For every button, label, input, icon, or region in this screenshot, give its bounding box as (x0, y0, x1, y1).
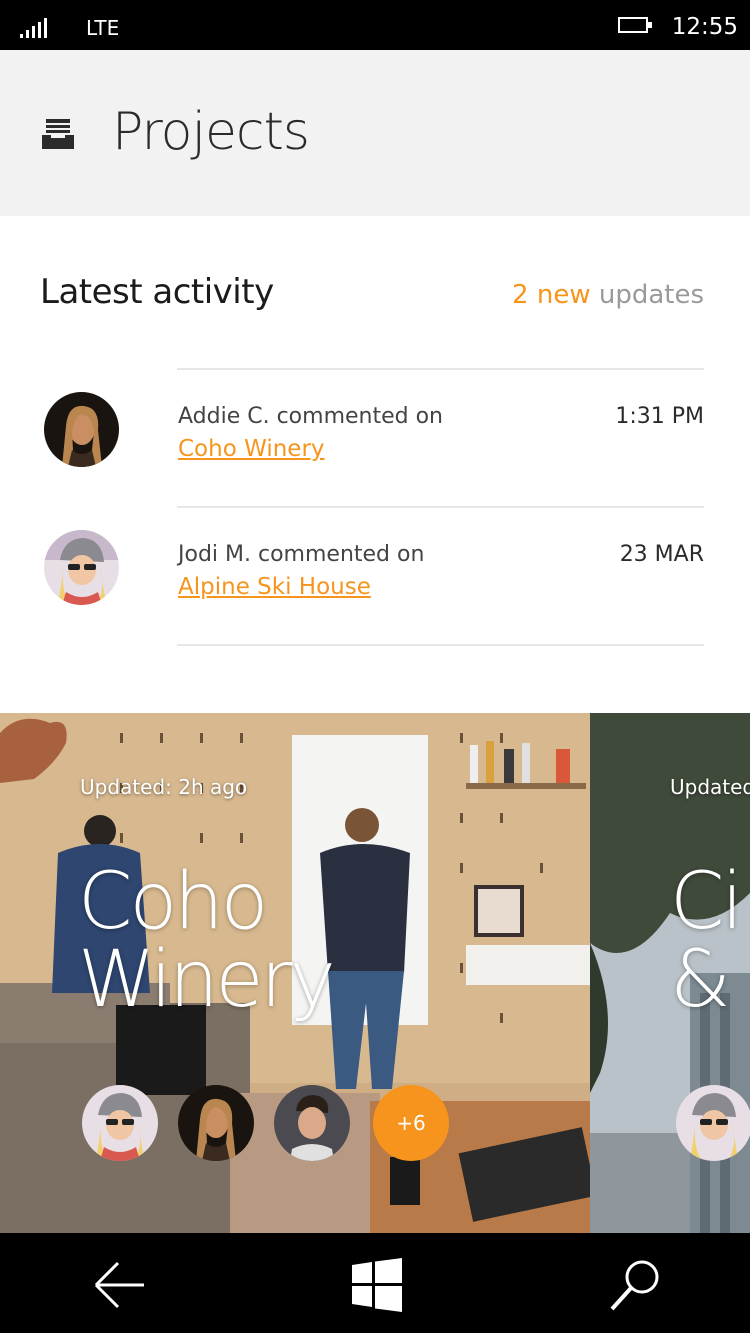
updates-count[interactable]: 2 new updates (512, 280, 704, 310)
activity-item[interactable]: Addie C. commented on Coho Winery 1:31 P… (0, 370, 750, 506)
search-icon[interactable] (606, 1255, 666, 1315)
project-card-partial[interactable]: Updated Ci & (590, 713, 750, 1233)
more-members-badge[interactable]: +6 (373, 1085, 449, 1161)
inbox-tray-icon (42, 119, 74, 149)
avatar (44, 530, 119, 605)
card-updated-time: Updated (670, 775, 750, 799)
latest-activity-heading: Latest activity (40, 272, 274, 312)
windows-logo-icon[interactable] (346, 1255, 406, 1315)
project-card-coho-winery[interactable]: Updated: 2h ago Coho Winery +6 (0, 713, 590, 1233)
card-updated-time: Updated: 2h ago (80, 775, 248, 799)
page-title: Projects (112, 102, 310, 162)
activity-description: Jodi M. commented on (178, 542, 425, 567)
app-header: Projects (0, 50, 750, 216)
card-title-line: & (670, 935, 731, 1025)
card-title-line: Coho (78, 857, 268, 947)
card-title: Ci & (670, 857, 743, 1025)
project-link[interactable]: Coho Winery (178, 436, 325, 462)
activity-timestamp: 23 MAR (619, 542, 704, 567)
activity-description: Addie C. commented on (178, 404, 443, 429)
member-avatar[interactable] (82, 1085, 158, 1161)
member-avatar[interactable] (274, 1085, 350, 1161)
system-nav-bar (0, 1233, 750, 1333)
divider (177, 644, 704, 646)
updates-label: updates (590, 280, 704, 310)
network-type: LTE (86, 16, 120, 40)
battery-icon (618, 17, 652, 33)
project-link[interactable]: Alpine Ski House (178, 574, 371, 600)
card-title-line: Ci (670, 857, 743, 947)
clock: 12:55 (671, 14, 738, 40)
signal-strength-icon (20, 16, 50, 38)
back-arrow-icon[interactable] (90, 1255, 150, 1315)
activity-timestamp: 1:31 PM (615, 404, 704, 429)
card-title: Coho Winery (78, 857, 336, 1025)
new-updates-count: 2 new (512, 280, 591, 310)
member-avatar[interactable] (676, 1085, 750, 1161)
member-avatar[interactable] (178, 1085, 254, 1161)
avatar (44, 392, 119, 467)
card-title-line: Winery (78, 935, 336, 1025)
activity-item[interactable]: Jodi M. commented on Alpine Ski House 23… (0, 508, 750, 644)
status-bar: LTE 12:55 (0, 0, 750, 50)
